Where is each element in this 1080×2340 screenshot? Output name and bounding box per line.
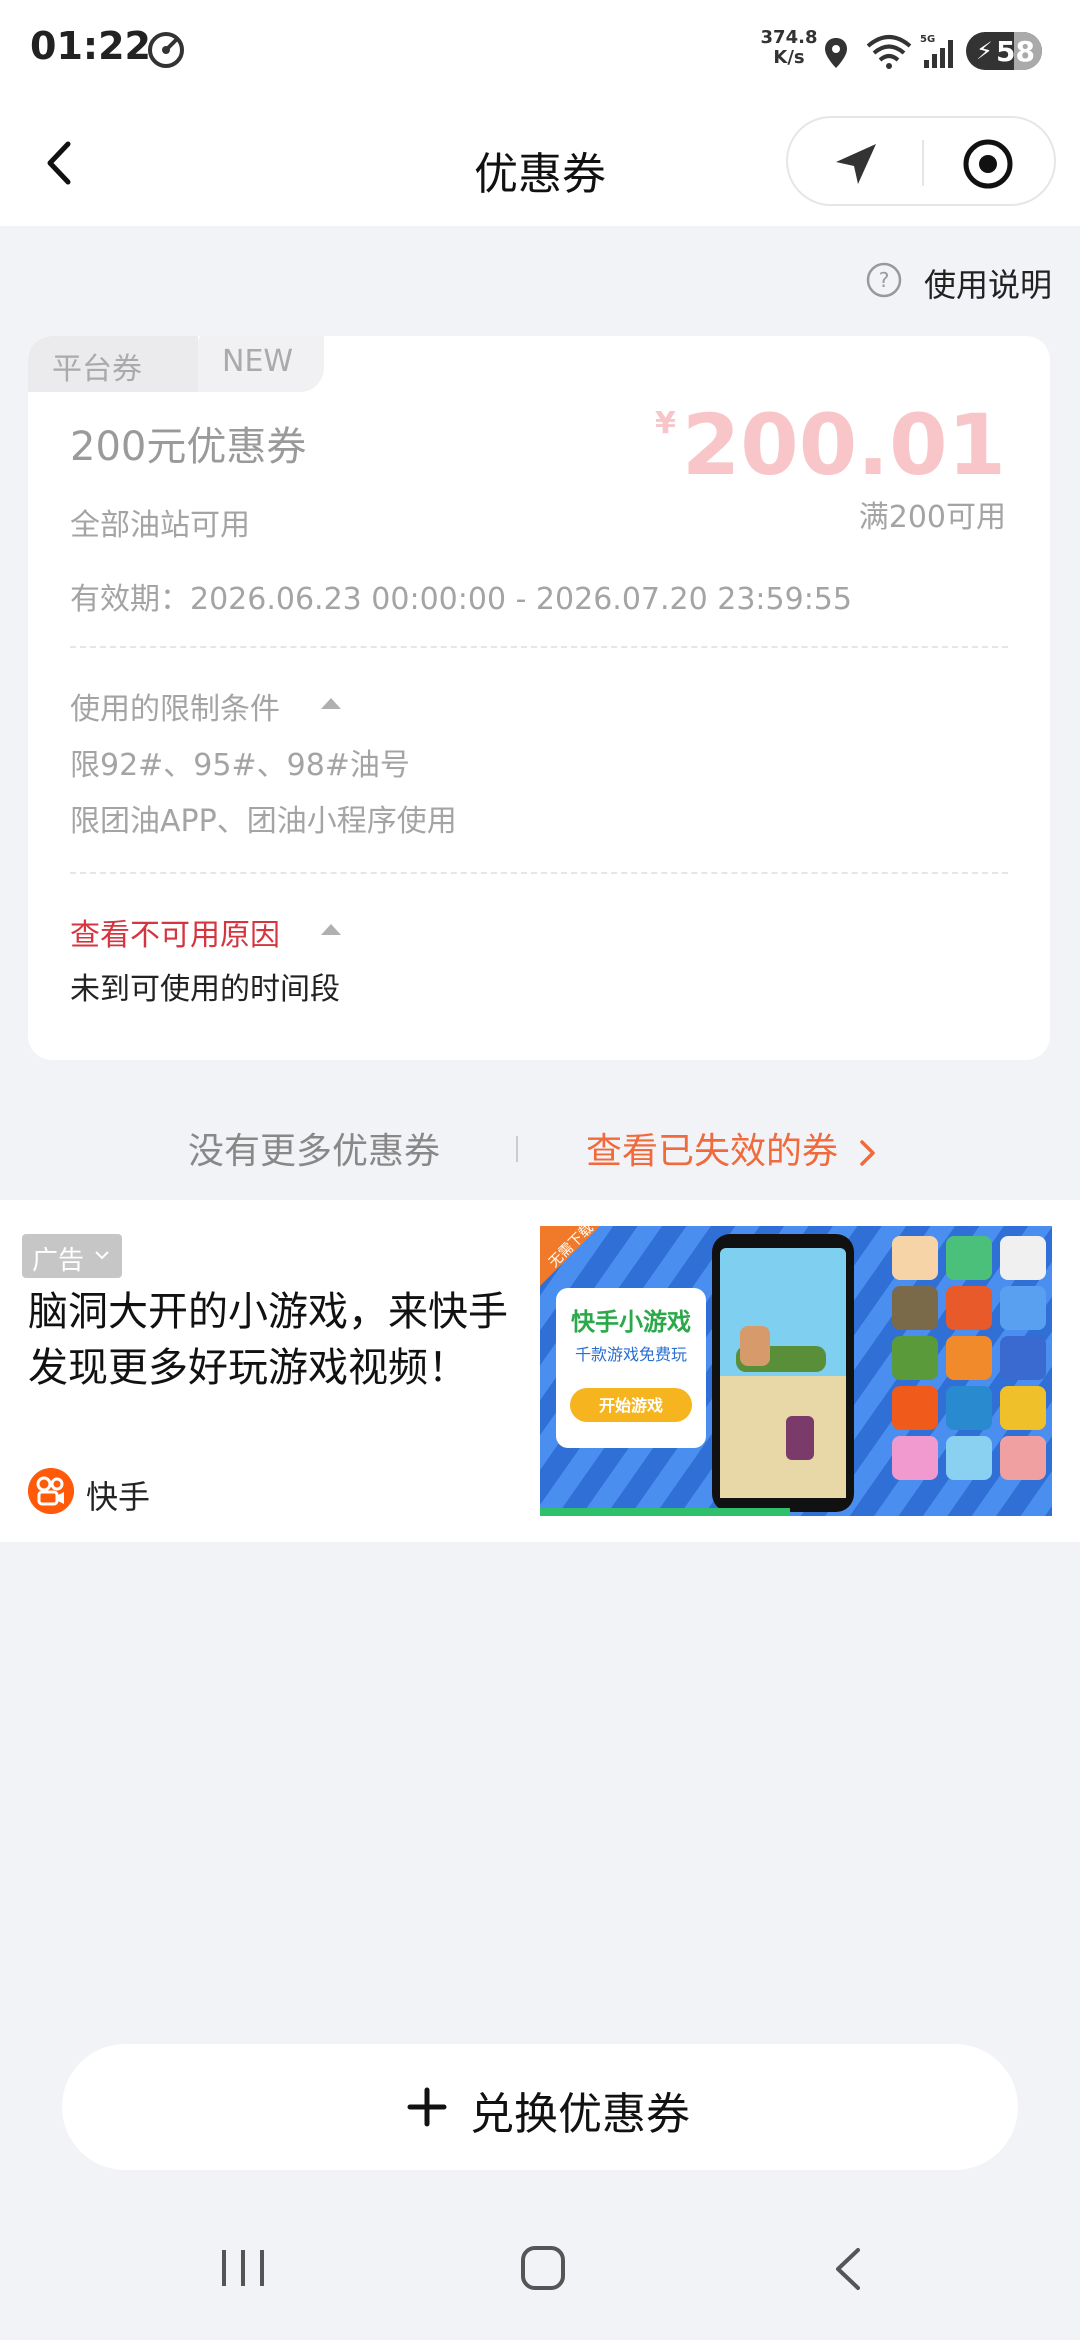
ad-image-title: 快手小游戏 (571, 1308, 691, 1336)
no-more-coupons-text: 没有更多优惠券 (188, 1131, 441, 1172)
coupon-validity: 有效期：2026.06.23 00:00:00 - 2026.07.20 23:… (70, 582, 852, 617)
redeem-coupon-button[interactable]: 兑换优惠券 (62, 2044, 1018, 2170)
battery-level: 58 (996, 35, 1035, 68)
target-icon[interactable] (960, 136, 1016, 192)
question-circle-icon: ? (866, 262, 902, 298)
amount-value: 200.01 (681, 396, 1006, 494)
ad-label-text: 广告 (32, 1246, 85, 1276)
status-time: 01:22 (30, 24, 151, 68)
net-speed-unit: K/s (773, 47, 805, 68)
wifi-icon (866, 35, 912, 69)
dashed-divider (70, 872, 1008, 874)
signal-5g-icon: 5G (920, 34, 953, 68)
system-navigation-bar (0, 2206, 1080, 2340)
ad-brand-name: 快手 (86, 1478, 151, 1516)
coupon-scope: 全部油站可用 (70, 508, 250, 543)
plus-icon (407, 2087, 447, 2127)
coupon-name: 200元优惠券 (70, 424, 307, 470)
view-expired-label: 查看已失效的券 (586, 1131, 839, 1172)
kuaishou-logo-icon (28, 1468, 74, 1514)
coupon-card: NEW 平台券 200元优惠券 ¥200.01 满200可用 全部油站可用 有效… (28, 336, 1050, 1060)
caret-up-icon[interactable] (320, 922, 342, 936)
redeem-coupon-label: 兑换优惠券 (470, 2089, 690, 2140)
view-expired-coupons-link[interactable]: 查看已失效的券 (586, 1122, 879, 1174)
restriction-item: 限92#、95#、98#油号 (70, 748, 410, 783)
navigation-arrow-icon[interactable] (828, 136, 884, 192)
ad-image-subtitle: 千款游戏免费玩 (575, 1345, 687, 1364)
coupon-threshold: 满200可用 (858, 500, 1006, 535)
svg-text:5G: 5G (920, 34, 935, 45)
recent-apps-icon[interactable] (220, 2246, 266, 2290)
net-speed-value: 374.8 (760, 27, 818, 48)
ad-text: 脑洞大开的小游戏，来快手发现更多好玩游戏视频！ (28, 1289, 508, 1391)
unavailable-reason-text: 未到可使用的时间段 (70, 972, 340, 1007)
battery-indicator: ⚡ 58 (966, 32, 1042, 70)
game-promo-image: 无需下载 快手小游戏 千款游戏免费玩 开始游戏 (540, 1226, 1052, 1516)
system-back-icon[interactable] (832, 2246, 864, 2292)
restriction-item: 限团油APP、团油小程序使用 (70, 804, 457, 839)
currency-symbol: ¥ (654, 406, 676, 441)
screen: 01:22 374.8 K/s 5G ⚡ 58 优惠券 ? 使用说明 NEW 平… (0, 0, 1080, 2340)
chevron-right-icon (860, 1140, 876, 1166)
usage-help-label: 使用说明 (924, 266, 1053, 304)
tag-platform: 平台券 (28, 336, 198, 392)
status-bar: 01:22 374.8 K/s 5G ⚡ 58 (0, 0, 1080, 100)
dashed-divider (70, 646, 1008, 648)
restrictions-toggle[interactable]: 使用的限制条件 (70, 684, 280, 728)
chevron-down-icon (95, 1251, 109, 1260)
capsule-divider (922, 140, 924, 186)
location-pin-icon (825, 38, 847, 68)
more-divider (516, 1136, 518, 1162)
mini-program-capsule (786, 116, 1056, 206)
coupon-amount: ¥200.01 (655, 396, 1006, 494)
charging-bolt-icon: ⚡ (976, 37, 993, 65)
caret-up-icon[interactable] (320, 696, 342, 710)
ad-banner[interactable]: 广告 脑洞大开的小游戏，来快手发现更多好玩游戏视频！ 快手 无需下载 快手小游戏… (0, 1200, 1080, 1542)
home-icon[interactable] (520, 2244, 566, 2292)
net-speed: 374.8 K/s (758, 28, 820, 68)
unavailable-reason-toggle[interactable]: 查看不可用原因 (70, 910, 280, 954)
app-header: 优惠券 (0, 100, 1080, 226)
ad-image[interactable]: 无需下载 快手小游戏 千款游戏免费玩 开始游戏 (540, 1226, 1052, 1516)
ad-label[interactable]: 广告 (22, 1234, 122, 1278)
svg-text:?: ? (879, 268, 890, 292)
ad-image-cta: 开始游戏 (599, 1396, 663, 1415)
speed-gauge-icon (148, 32, 184, 68)
tag-new: NEW (178, 336, 324, 392)
